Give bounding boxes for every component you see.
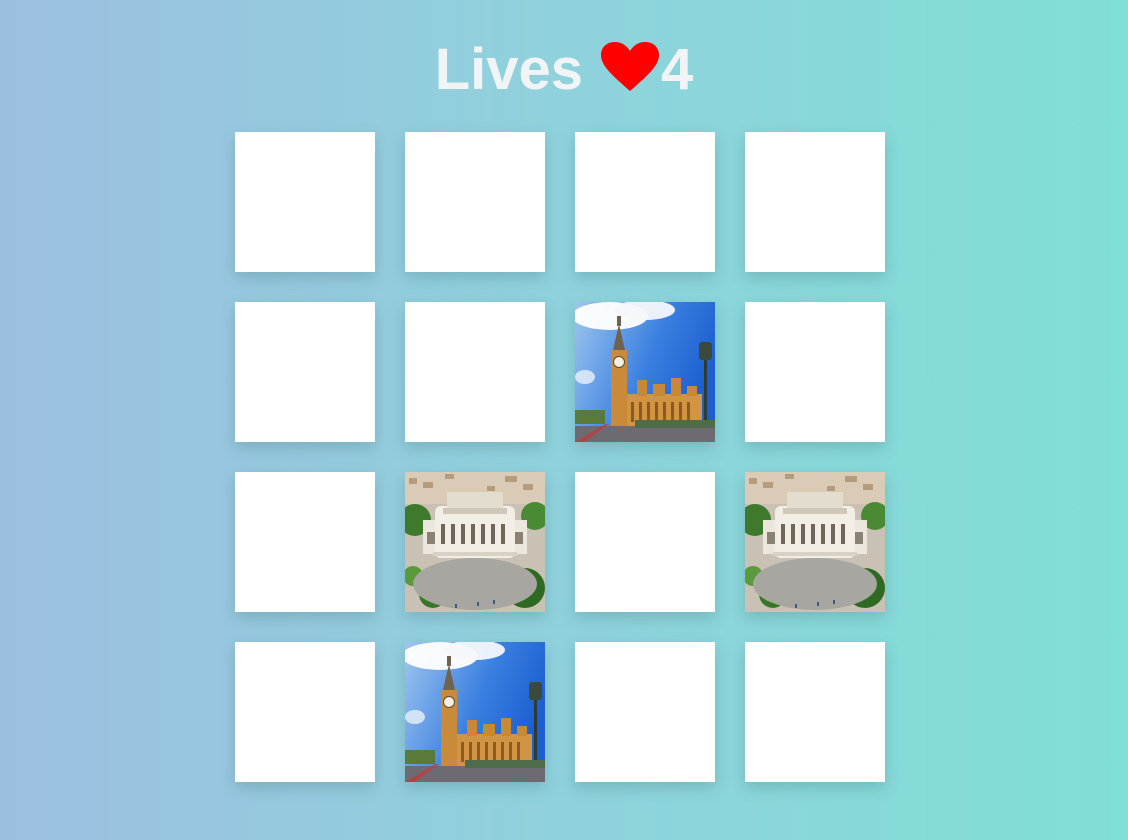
card-hidden[interactable]: [235, 642, 375, 782]
card-hidden[interactable]: [575, 472, 715, 612]
card-hidden[interactable]: [235, 302, 375, 442]
card-hidden[interactable]: [745, 642, 885, 782]
lives-count: 4: [661, 37, 694, 102]
card-hidden[interactable]: [235, 472, 375, 612]
opera-house-image: [405, 472, 545, 612]
opera-house-image: [745, 472, 885, 612]
card-revealed-big-ben[interactable]: [575, 302, 715, 442]
card-hidden[interactable]: [235, 132, 375, 272]
big-ben-image: [575, 302, 715, 442]
card-hidden[interactable]: [745, 302, 885, 442]
card-grid: [235, 132, 885, 782]
card-hidden[interactable]: [575, 642, 715, 782]
card-revealed-opera-house[interactable]: [745, 472, 885, 612]
card-hidden[interactable]: [405, 302, 545, 442]
heart-icon: [601, 41, 660, 91]
big-ben-image: [405, 642, 545, 782]
card-hidden[interactable]: [405, 132, 545, 272]
card-hidden[interactable]: [745, 132, 885, 272]
card-revealed-opera-house[interactable]: [405, 472, 545, 612]
card-hidden[interactable]: [575, 132, 715, 272]
card-revealed-big-ben[interactable]: [405, 642, 545, 782]
lives-header: Lives 4: [0, 38, 1128, 102]
lives-label: Lives: [434, 37, 584, 102]
